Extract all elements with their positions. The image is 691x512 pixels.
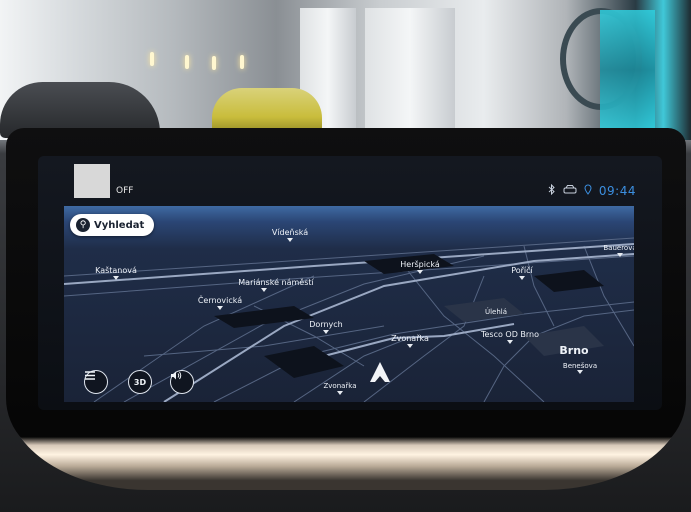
- map-label-street: Zvonařka: [391, 334, 429, 343]
- view-mode-label: 3D: [133, 377, 147, 387]
- map-label-street: Zvonařka: [323, 382, 357, 390]
- widget-state: OFF: [116, 186, 134, 196]
- ceiling-light: [212, 56, 216, 70]
- map-label-street: Dornych: [309, 320, 343, 329]
- status-bar: OFF 09:44: [68, 164, 642, 206]
- menu-icon: [85, 371, 95, 380]
- map-pin: [323, 330, 329, 334]
- map-label-poi: Tesco OD Brno: [480, 330, 540, 339]
- map-pin: [577, 370, 583, 374]
- navigation-map[interactable]: ⚲ Vyhledat Vídeňská Kaštanová Mariánské …: [64, 206, 634, 402]
- map-pin: [337, 391, 343, 395]
- map-pin: [113, 276, 119, 280]
- ceiling-light: [240, 55, 244, 69]
- map-pin: [217, 306, 223, 310]
- menu-button[interactable]: [84, 370, 108, 394]
- map-label-street: Heršpická: [400, 260, 440, 269]
- map-label-street: Mariánské náměstí: [238, 278, 314, 287]
- map-pin: [407, 344, 413, 348]
- clock: 09:44: [598, 184, 636, 198]
- display-panel: [600, 10, 655, 130]
- showroom-pillar: [365, 8, 455, 132]
- search-icon: ⚲: [76, 218, 90, 232]
- map-label-street: Benešova: [562, 362, 598, 370]
- map-label-street: Vídeňská: [271, 228, 309, 237]
- location-pin-icon: [584, 184, 592, 198]
- map-label-street: Kaštanová: [95, 266, 137, 275]
- map-pin: [507, 340, 513, 344]
- map-pin: [617, 253, 623, 257]
- widget-tile[interactable]: [74, 164, 110, 198]
- bluetooth-icon: [548, 183, 556, 198]
- search-button[interactable]: ⚲ Vyhledat: [70, 214, 155, 236]
- status-icons: 09:44: [548, 183, 636, 198]
- ceiling-light: [185, 55, 189, 69]
- view-mode-button[interactable]: 3D: [128, 370, 152, 394]
- map-label-street: Poříčí: [511, 266, 533, 275]
- map-roads: [64, 237, 634, 402]
- search-button-label: Vyhledat: [94, 219, 145, 231]
- map-pin: [287, 238, 293, 242]
- map-label-street: Bauerova: [603, 244, 634, 252]
- map-pin: [519, 276, 525, 280]
- map-pin: [261, 288, 267, 292]
- car-icon: [563, 184, 577, 198]
- ceiling-light: [150, 52, 154, 66]
- navigation-arrow-notch: [375, 376, 385, 382]
- map-label-street: Úlehlá: [484, 308, 508, 316]
- map-label-street: Černovická: [197, 296, 243, 305]
- map-pin: [417, 270, 423, 274]
- map-label-city: Brno: [559, 344, 589, 357]
- volume-icon: [171, 371, 182, 380]
- volume-button[interactable]: [170, 370, 194, 394]
